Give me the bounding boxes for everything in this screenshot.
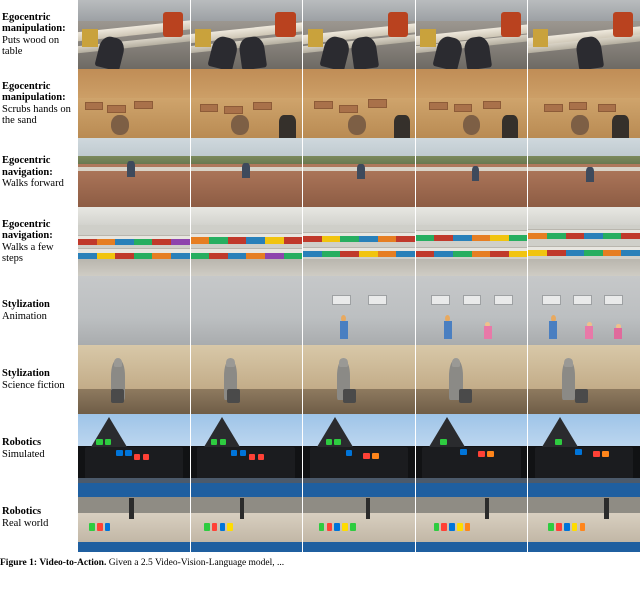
video-frame bbox=[190, 138, 304, 207]
video-frame bbox=[528, 414, 640, 483]
video-frame bbox=[528, 138, 640, 207]
row-label-subtitle: Animation bbox=[2, 310, 47, 322]
video-frame bbox=[78, 276, 191, 345]
video-frame bbox=[528, 483, 640, 552]
video-frame bbox=[303, 483, 416, 552]
row-label: Stylization Science fiction bbox=[0, 345, 78, 414]
video-frame bbox=[303, 414, 416, 483]
frame-strip bbox=[78, 0, 640, 69]
figure-panel: Egocentric manipulation: Puts wood on ta… bbox=[0, 0, 640, 574]
row-label: Robotics Simulated bbox=[0, 414, 78, 483]
row-label-subtitle: Scrubs hands on the sand bbox=[2, 103, 71, 127]
video-frame bbox=[415, 207, 529, 276]
video-frame bbox=[415, 138, 529, 207]
row-label: Egocentric navigation: Walks forward bbox=[0, 138, 78, 207]
row-label-title: Egocentric manipulation: bbox=[2, 80, 66, 104]
figure-caption: Figure 1: Video-to-Action. Given a 2.5 V… bbox=[0, 552, 640, 574]
row-label: Stylization Animation bbox=[0, 276, 78, 345]
video-frame bbox=[303, 345, 416, 414]
video-frame bbox=[303, 276, 416, 345]
row-label: Egocentric navigation: Walks a few steps bbox=[0, 207, 78, 276]
video-frame bbox=[528, 207, 640, 276]
video-frame bbox=[415, 276, 529, 345]
frame-strip bbox=[78, 414, 640, 483]
video-frame bbox=[190, 69, 304, 138]
row-label-subtitle: Puts wood on table bbox=[2, 34, 60, 58]
figure-row: Egocentric manipulation: Puts wood on ta… bbox=[0, 0, 640, 69]
row-label-title: Robotics bbox=[2, 506, 42, 517]
video-frame bbox=[190, 483, 304, 552]
video-frame bbox=[190, 414, 304, 483]
video-frame bbox=[528, 69, 640, 138]
row-label-title: Egocentric navigation: bbox=[2, 218, 53, 242]
figure-row: Egocentric manipulation: Scrubs hands on… bbox=[0, 69, 640, 138]
row-label-subtitle: Walks forward bbox=[2, 178, 64, 190]
video-frame bbox=[528, 345, 640, 414]
row-label-title: Egocentric navigation: bbox=[2, 155, 53, 178]
video-frame bbox=[415, 345, 529, 414]
video-frame bbox=[415, 483, 529, 552]
figure-row: Egocentric navigation: Walks forward bbox=[0, 138, 640, 207]
row-label: Egocentric manipulation: Scrubs hands on… bbox=[0, 69, 78, 138]
figure-row: Robotics Real world bbox=[0, 483, 640, 552]
row-label: Egocentric manipulation: Puts wood on ta… bbox=[0, 0, 78, 69]
video-frame bbox=[78, 414, 191, 483]
video-frame bbox=[190, 0, 304, 69]
figure-row: Stylization Science fiction bbox=[0, 345, 640, 414]
row-label-subtitle: Walks a few steps bbox=[2, 241, 54, 265]
video-frame bbox=[190, 345, 304, 414]
row-label-title: Robotics bbox=[2, 437, 42, 448]
row-label: Robotics Real world bbox=[0, 483, 78, 552]
figure-row: Egocentric navigation: Walks a few steps bbox=[0, 207, 640, 276]
frame-strip bbox=[78, 483, 640, 552]
video-frame bbox=[528, 0, 640, 69]
video-frame bbox=[415, 0, 529, 69]
video-frame bbox=[303, 69, 416, 138]
figure-row: Robotics Simulated bbox=[0, 414, 640, 483]
video-frame bbox=[415, 414, 529, 483]
figure-caption-text: Given a 2.5 Video-Vision-Language model,… bbox=[108, 558, 285, 568]
video-frame bbox=[78, 207, 191, 276]
video-frame bbox=[78, 138, 191, 207]
row-label-title: Egocentric manipulation: bbox=[2, 11, 66, 35]
video-frame bbox=[528, 276, 640, 345]
video-frame bbox=[190, 207, 304, 276]
video-frame bbox=[303, 0, 416, 69]
frame-strip bbox=[78, 207, 640, 276]
row-label-subtitle: Real world bbox=[2, 517, 49, 529]
video-frame bbox=[303, 207, 416, 276]
video-frame bbox=[78, 483, 191, 552]
figure-caption-lead: Video-to-Action. bbox=[39, 558, 107, 568]
video-frame bbox=[303, 138, 416, 207]
row-label-title: Stylization bbox=[2, 299, 50, 310]
video-frame bbox=[190, 276, 304, 345]
frame-strip bbox=[78, 345, 640, 414]
video-frame bbox=[415, 69, 529, 138]
figure-row: Stylization Animation bbox=[0, 276, 640, 345]
row-label-title: Stylization bbox=[2, 368, 50, 379]
figure-caption-label: Figure 1: bbox=[0, 558, 38, 568]
video-frame bbox=[78, 0, 191, 69]
frame-strip bbox=[78, 69, 640, 138]
frame-strip bbox=[78, 276, 640, 345]
video-frame bbox=[78, 345, 191, 414]
video-frame bbox=[78, 69, 191, 138]
frame-strip bbox=[78, 138, 640, 207]
row-label-subtitle: Simulated bbox=[2, 448, 45, 460]
row-label-subtitle: Science fiction bbox=[2, 379, 65, 391]
